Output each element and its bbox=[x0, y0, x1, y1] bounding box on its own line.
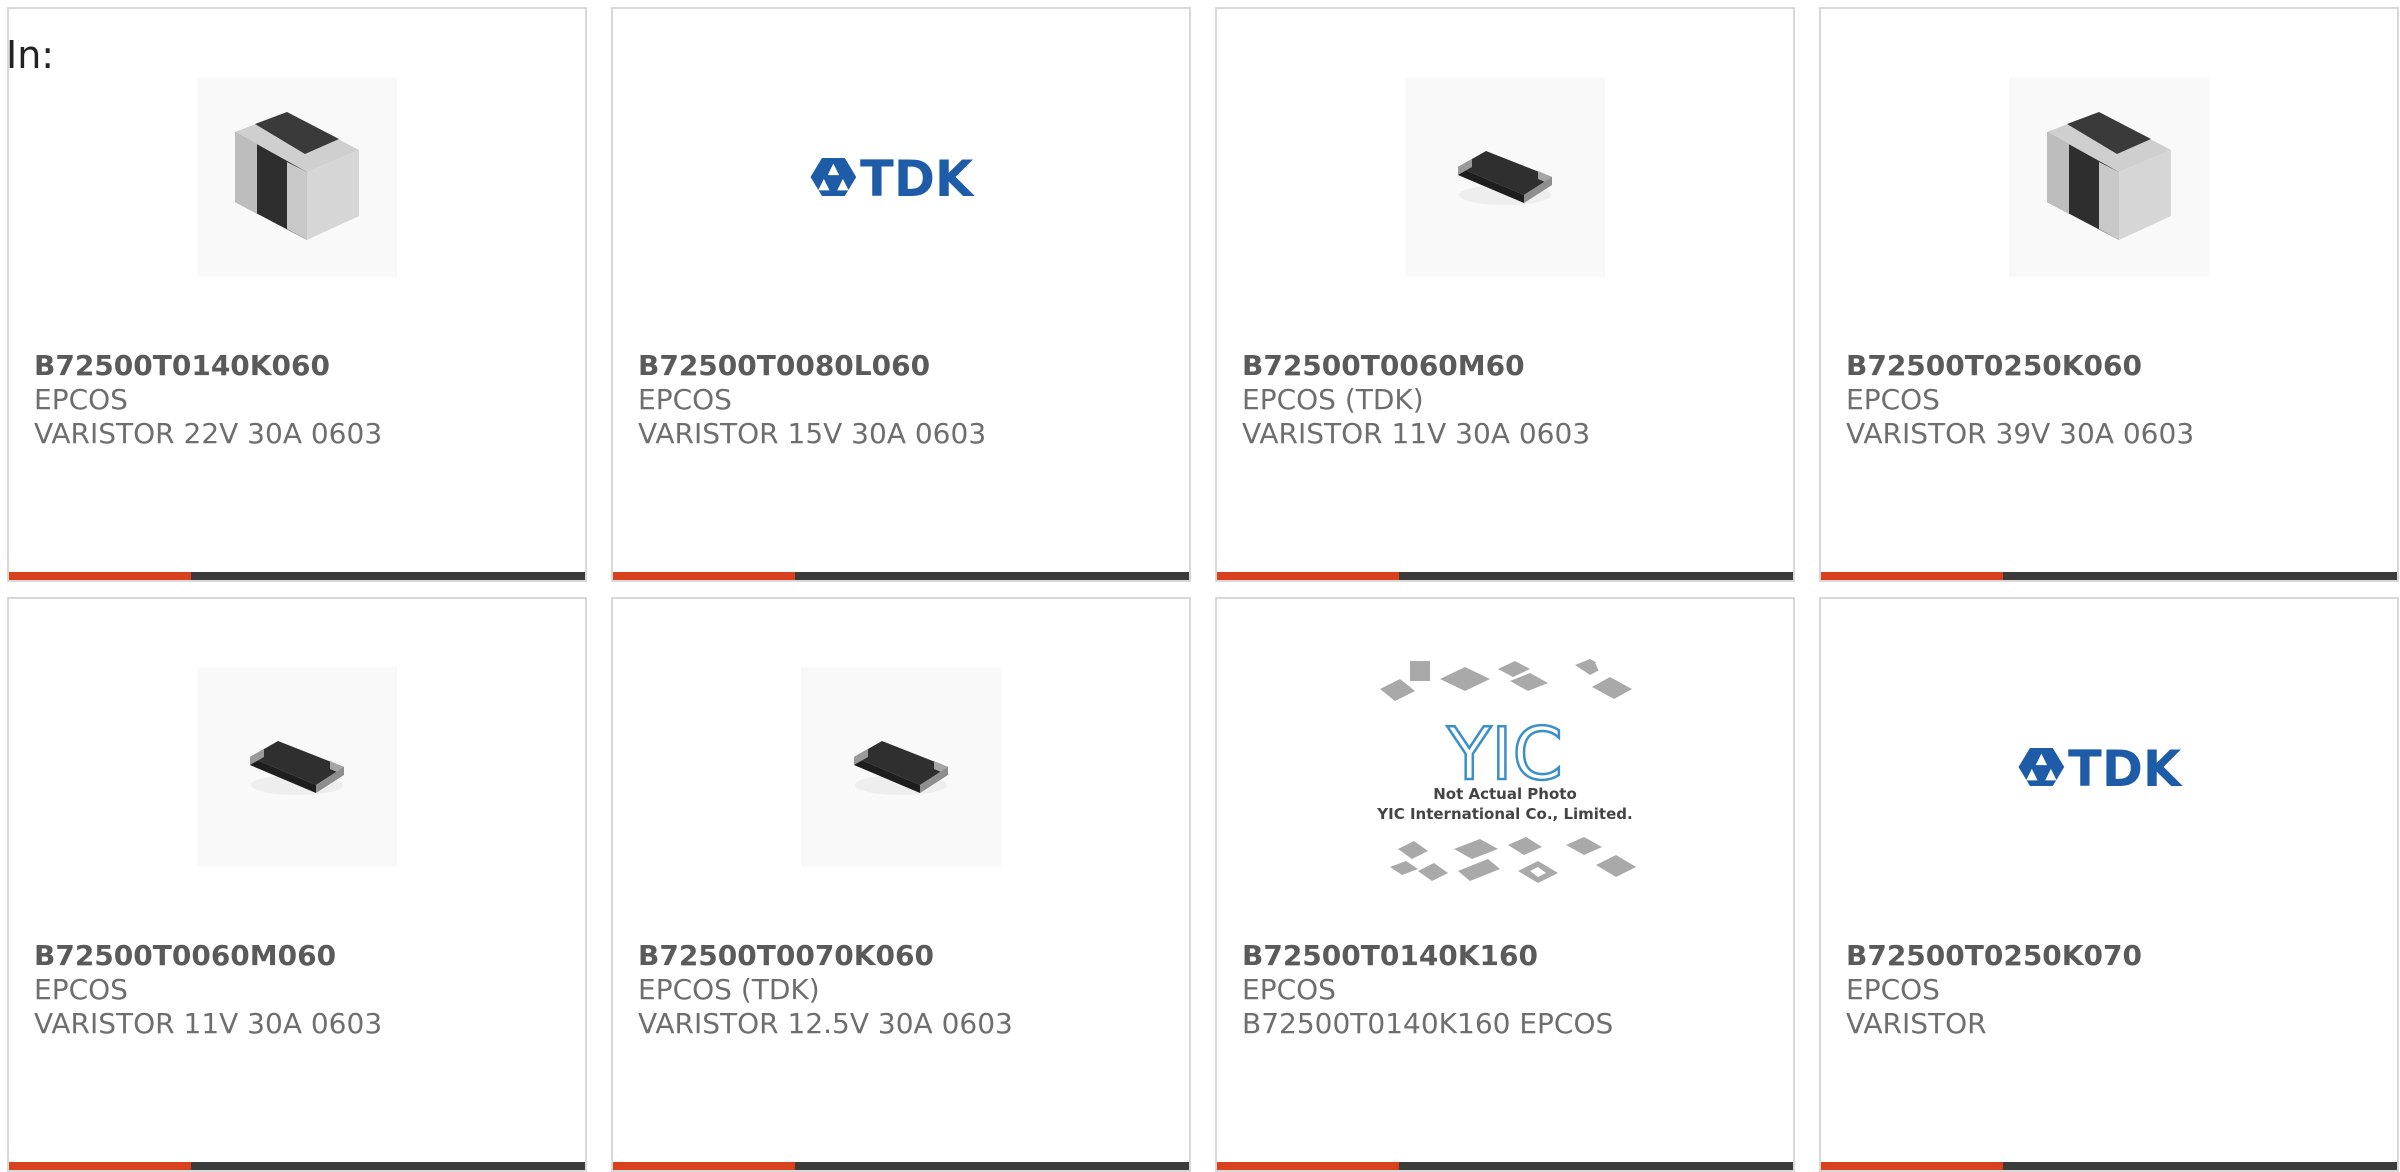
product-card[interactable]: YIC Not Actual Photo YIC International C… bbox=[1215, 597, 1795, 1172]
yic-mark: YIC bbox=[1446, 712, 1563, 796]
product-card[interactable]: B72500T0060M060 EPCOS VARISTOR 11V 30A 0… bbox=[7, 597, 587, 1172]
tdk-logo-image: TDK bbox=[801, 77, 1001, 277]
card-bar bbox=[1821, 1162, 2397, 1170]
description: VARISTOR 15V 30A 0603 bbox=[638, 417, 987, 450]
description: VARISTOR 11V 30A 0603 bbox=[34, 1007, 383, 1040]
card-bar bbox=[1217, 572, 1793, 580]
card-bar bbox=[1821, 572, 2397, 580]
brand: EPCOS bbox=[1846, 973, 1940, 1006]
large-chip-image bbox=[197, 77, 397, 277]
product-card[interactable]: TDK B72500T0080L060 EPCOS VARISTOR 15V 3… bbox=[611, 7, 1191, 582]
brand: EPCOS bbox=[638, 383, 732, 416]
part-number[interactable]: B72500T0060M60 bbox=[1242, 349, 1773, 383]
card-bar bbox=[1217, 1162, 1793, 1170]
part-number[interactable]: B72500T0070K060 bbox=[638, 939, 1169, 973]
brand: EPCOS (TDK) bbox=[638, 973, 820, 1006]
product-card[interactable]: B72500T0250K060 EPCOS VARISTOR 39V 30A 0… bbox=[1819, 7, 2399, 582]
product-card[interactable]: B72500T0140K060 EPCOS VARISTOR 22V 30A 0… bbox=[7, 7, 587, 582]
filter-label: In: bbox=[6, 33, 55, 77]
product-card[interactable]: TDK B72500T0250K070 EPCOS VARISTOR bbox=[1819, 597, 2399, 1172]
part-number[interactable]: B72500T0250K060 bbox=[1846, 349, 2377, 383]
description: VARISTOR bbox=[1846, 1007, 1987, 1040]
description: VARISTOR 22V 30A 0603 bbox=[34, 417, 383, 450]
product-card[interactable]: B72500T0060M60 EPCOS (TDK) VARISTOR 11V … bbox=[1215, 7, 1795, 582]
brand: EPCOS bbox=[1846, 383, 1940, 416]
part-number[interactable]: B72500T0060M060 bbox=[34, 939, 565, 973]
small-chip-image bbox=[1405, 77, 1605, 277]
card-bar bbox=[9, 1162, 585, 1170]
brand: EPCOS bbox=[34, 383, 128, 416]
card-bar bbox=[613, 572, 1189, 580]
part-number[interactable]: B72500T0140K160 bbox=[1242, 939, 1773, 973]
placeholder-line1: Not Actual Photo bbox=[1433, 785, 1577, 803]
tdk-logo-image: TDK bbox=[2009, 667, 2209, 867]
brand: EPCOS bbox=[34, 973, 128, 1006]
description: VARISTOR 39V 30A 0603 bbox=[1846, 417, 2195, 450]
small-chip-image bbox=[197, 667, 397, 867]
description: B72500T0140K160 EPCOS bbox=[1242, 1007, 1614, 1040]
part-number[interactable]: B72500T0140K060 bbox=[34, 349, 565, 383]
brand: EPCOS (TDK) bbox=[1242, 383, 1424, 416]
card-bar bbox=[9, 572, 585, 580]
tdk-logo-text: TDK bbox=[860, 150, 975, 207]
card-bar bbox=[613, 1162, 1189, 1170]
large-chip-image bbox=[2009, 77, 2209, 277]
tdk-logo-text: TDK bbox=[2068, 740, 2183, 797]
small-chip-image bbox=[801, 667, 1001, 867]
placeholder-line2: YIC International Co., Limited. bbox=[1376, 805, 1632, 823]
description: VARISTOR 12.5V 30A 0603 bbox=[638, 1007, 1013, 1040]
part-number[interactable]: B72500T0080L060 bbox=[638, 349, 1169, 383]
yic-placeholder-image: YIC Not Actual Photo YIC International C… bbox=[1370, 649, 1640, 899]
part-number[interactable]: B72500T0250K070 bbox=[1846, 939, 2377, 973]
brand: EPCOS bbox=[1242, 973, 1336, 1006]
description: VARISTOR 11V 30A 0603 bbox=[1242, 417, 1591, 450]
product-card[interactable]: B72500T0070K060 EPCOS (TDK) VARISTOR 12.… bbox=[611, 597, 1191, 1172]
